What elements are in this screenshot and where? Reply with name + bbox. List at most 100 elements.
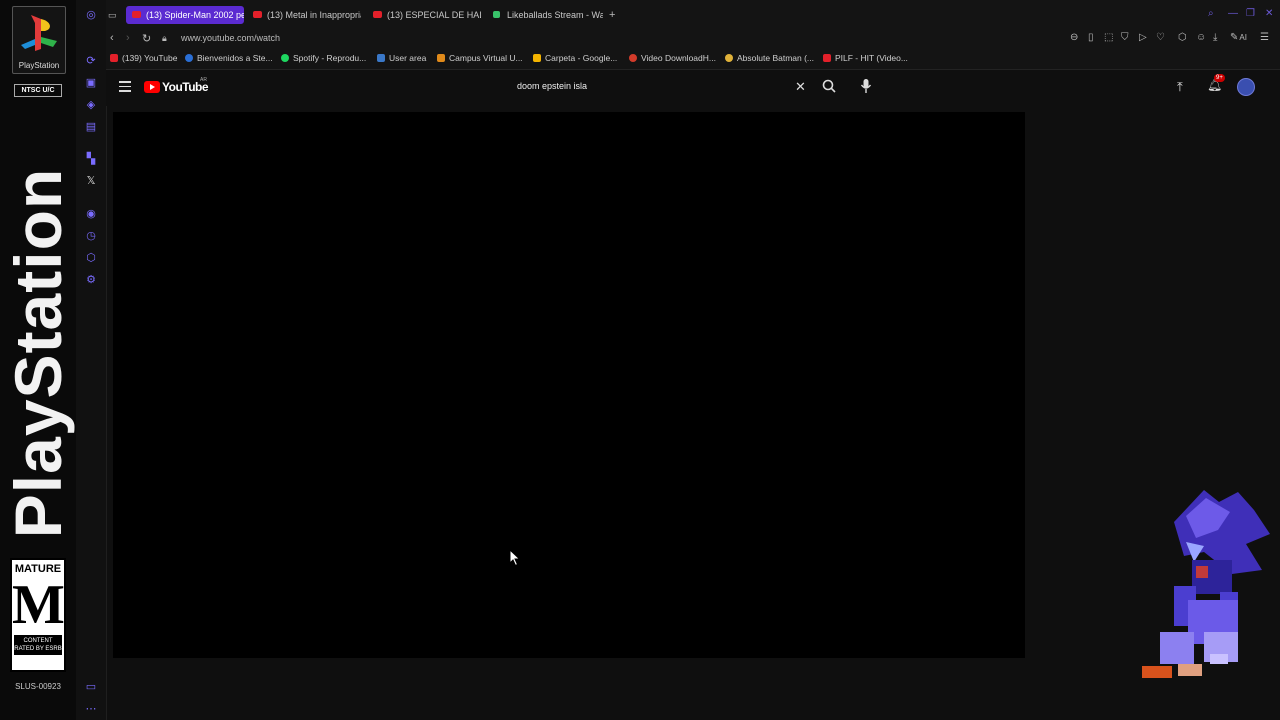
- shield-icon[interactable]: ⛉: [1121, 32, 1129, 43]
- browser-menu-icon[interactable]: ◎: [84, 8, 98, 22]
- x-twitter-icon[interactable]: 𝕏: [84, 174, 98, 188]
- google-drive-favicon-icon: [533, 54, 541, 62]
- youtube-favicon-icon: [373, 11, 382, 18]
- play-icon[interactable]: ▷: [1139, 32, 1147, 43]
- bookmarks-bar: (139) YouTube Bienvenidos a Ste... Spoti…: [106, 49, 1280, 70]
- steam-favicon-icon: [185, 54, 193, 62]
- clear-search-icon[interactable]: ✕: [795, 79, 806, 95]
- kick-favicon-icon: [493, 11, 500, 18]
- video-download-favicon-icon: [629, 54, 637, 62]
- reload-icon[interactable]: ↻: [142, 32, 151, 45]
- more-icon[interactable]: ⋯: [84, 702, 98, 716]
- palette-icon[interactable]: ◈: [84, 98, 98, 112]
- minimize-icon[interactable]: —: [1228, 8, 1238, 19]
- history-sync-icon[interactable]: ⟳: [84, 54, 98, 68]
- settings-gear-icon[interactable]: ⚙: [84, 273, 98, 287]
- bookmark-icon[interactable]: ▯: [1088, 32, 1094, 43]
- tab-metal[interactable]: (13) Metal in Inappropriate...: [247, 6, 361, 24]
- download-icon[interactable]: ⤓: [1213, 32, 1217, 43]
- address-bar-row: ‹ › ↻ 🔒︎ www.youtube.com/watch ⊖ ▯ ⬚ ⛉ ▷…: [106, 29, 1280, 49]
- youtube-favicon-icon: [110, 54, 118, 62]
- youtube-header: YouTube AR doom epstein isla ✕ ⤒ 🔔︎ 9+: [106, 70, 1280, 106]
- bookmark-item[interactable]: User area: [377, 53, 426, 63]
- region-badge: NTSC U/C: [14, 84, 62, 97]
- avatar[interactable]: [1237, 78, 1255, 96]
- bookmark-item[interactable]: Absolute Batman (...: [725, 53, 814, 63]
- ai-assistant-icon[interactable]: ✎AI: [1230, 32, 1247, 43]
- mouse-cursor-icon: [509, 548, 521, 572]
- player-icon[interactable]: ◉: [84, 207, 98, 221]
- ai-label: AI: [1239, 33, 1247, 42]
- bag-icon[interactable]: ▣: [84, 76, 98, 90]
- bookmark-label: Video DownloadH...: [641, 53, 716, 63]
- tab-label: (13) Metal in Inappropriate...: [267, 10, 361, 20]
- bookmark-item[interactable]: Carpeta - Google...: [533, 53, 617, 63]
- esrb-rating-bottom: CONTENT RATED BY ESRB: [14, 635, 62, 655]
- notifications-badge: 9+: [1214, 74, 1225, 82]
- create-upload-icon[interactable]: ⤒: [1177, 79, 1183, 95]
- clock-icon[interactable]: ◷: [84, 229, 98, 243]
- tab-spiderman[interactable]: (13) Spider-Man 2002 per...: [126, 6, 244, 24]
- twitch-icon[interactable]: ▚: [84, 152, 98, 166]
- playstation-logo-icon: [21, 15, 57, 51]
- user-area-favicon-icon: [377, 54, 385, 62]
- batman-favicon-icon: [725, 54, 733, 62]
- bookmark-label: Bienvenidos a Ste...: [197, 53, 273, 63]
- playstation-logo-label: PlayStation: [18, 61, 60, 70]
- youtube-favicon-icon: [253, 11, 262, 18]
- bookmark-item[interactable]: Bienvenidos a Ste...: [185, 53, 273, 63]
- bookmark-item[interactable]: Campus Virtual U...: [437, 53, 523, 63]
- bookmark-item[interactable]: Spotify - Reprodu...: [281, 53, 366, 63]
- tab-label: (13) ESPECIAL DE HALLO...: [387, 10, 481, 20]
- close-window-icon[interactable]: ✕: [1265, 8, 1273, 19]
- tab-especial[interactable]: (13) ESPECIAL DE HALLO...: [367, 6, 481, 24]
- bookmark-label: (139) YouTube: [122, 53, 178, 63]
- tab-overview-icon[interactable]: ▭: [108, 6, 122, 24]
- bookmark-item[interactable]: Video DownloadH...: [629, 53, 716, 63]
- youtube-logo[interactable]: YouTube AR: [144, 77, 209, 96]
- search-icon[interactable]: [822, 79, 836, 98]
- bookmark-item[interactable]: (139) YouTube: [110, 53, 177, 63]
- media-icon[interactable]: ▤: [84, 120, 98, 134]
- browser-sidebar: ◎ ⟳ ▣ ◈ ▤ ▚ 𝕏 ◉ ◷ ⬡ ⚙ ▭ ⋯: [76, 0, 107, 720]
- heart-icon[interactable]: ♡: [1156, 32, 1165, 43]
- sonic-sprite-overlay: [1134, 482, 1274, 682]
- bookmark-label: Campus Virtual U...: [449, 53, 523, 63]
- microphone-icon[interactable]: [860, 78, 872, 99]
- spine-title: PlayStation: [1, 167, 75, 539]
- screenshot-icon[interactable]: ⬚: [1104, 32, 1113, 43]
- lock-icon: 🔒︎: [162, 33, 167, 43]
- video-player[interactable]: [113, 112, 1025, 658]
- sidebar-toggle-icon[interactable]: ▭: [84, 680, 98, 694]
- back-icon[interactable]: ‹: [110, 32, 114, 44]
- tab-likeballads[interactable]: Likeballads Stream - Watc...: [487, 6, 603, 24]
- country-code: AR: [200, 77, 207, 83]
- bookmark-label: Absolute Batman (...: [737, 53, 815, 63]
- profile-icon[interactable]: ☺: [1196, 32, 1206, 43]
- bookmark-item[interactable]: PILF - HIT (Video...: [823, 53, 908, 63]
- playstation-logo: PlayStation: [12, 6, 66, 74]
- bookmark-label: Carpeta - Google...: [545, 53, 618, 63]
- bookmark-label: PILF - HIT (Video...: [835, 53, 908, 63]
- new-tab-button[interactable]: +: [609, 6, 623, 24]
- maximize-icon[interactable]: ❐: [1246, 8, 1255, 19]
- esrb-rating-letter: M: [12, 574, 65, 636]
- youtube-play-icon: [144, 81, 160, 93]
- url-text[interactable]: www.youtube.com/watch: [181, 33, 280, 43]
- campus-favicon-icon: [437, 54, 445, 62]
- extensions-icon[interactable]: ⬡: [84, 251, 98, 265]
- extensions-puzzle-icon[interactable]: ⬡: [1178, 32, 1187, 43]
- tab-label: (13) Spider-Man 2002 per...: [146, 10, 244, 20]
- hamburger-menu-icon[interactable]: [119, 81, 131, 95]
- tab-bar: ▭ (13) Spider-Man 2002 per... (13) Metal…: [106, 0, 1280, 29]
- search-tabs-icon[interactable]: ⌕: [1208, 8, 1214, 19]
- browser-menu-lines-icon[interactable]: ☰: [1260, 32, 1269, 43]
- spotify-favicon-icon: [281, 54, 289, 62]
- playstation-spine-overlay: PlayStation NTSC U/C PlayStation MATURE …: [0, 0, 77, 720]
- search-input[interactable]: doom epstein isla: [517, 81, 587, 91]
- bookmark-label: Spotify - Reprodu...: [293, 53, 367, 63]
- forward-icon[interactable]: ›: [126, 32, 130, 44]
- zoom-icon[interactable]: ⊖: [1070, 32, 1078, 43]
- tab-label: Likeballads Stream - Watc...: [507, 10, 603, 20]
- game-serial: SLUS-00923: [15, 682, 61, 691]
